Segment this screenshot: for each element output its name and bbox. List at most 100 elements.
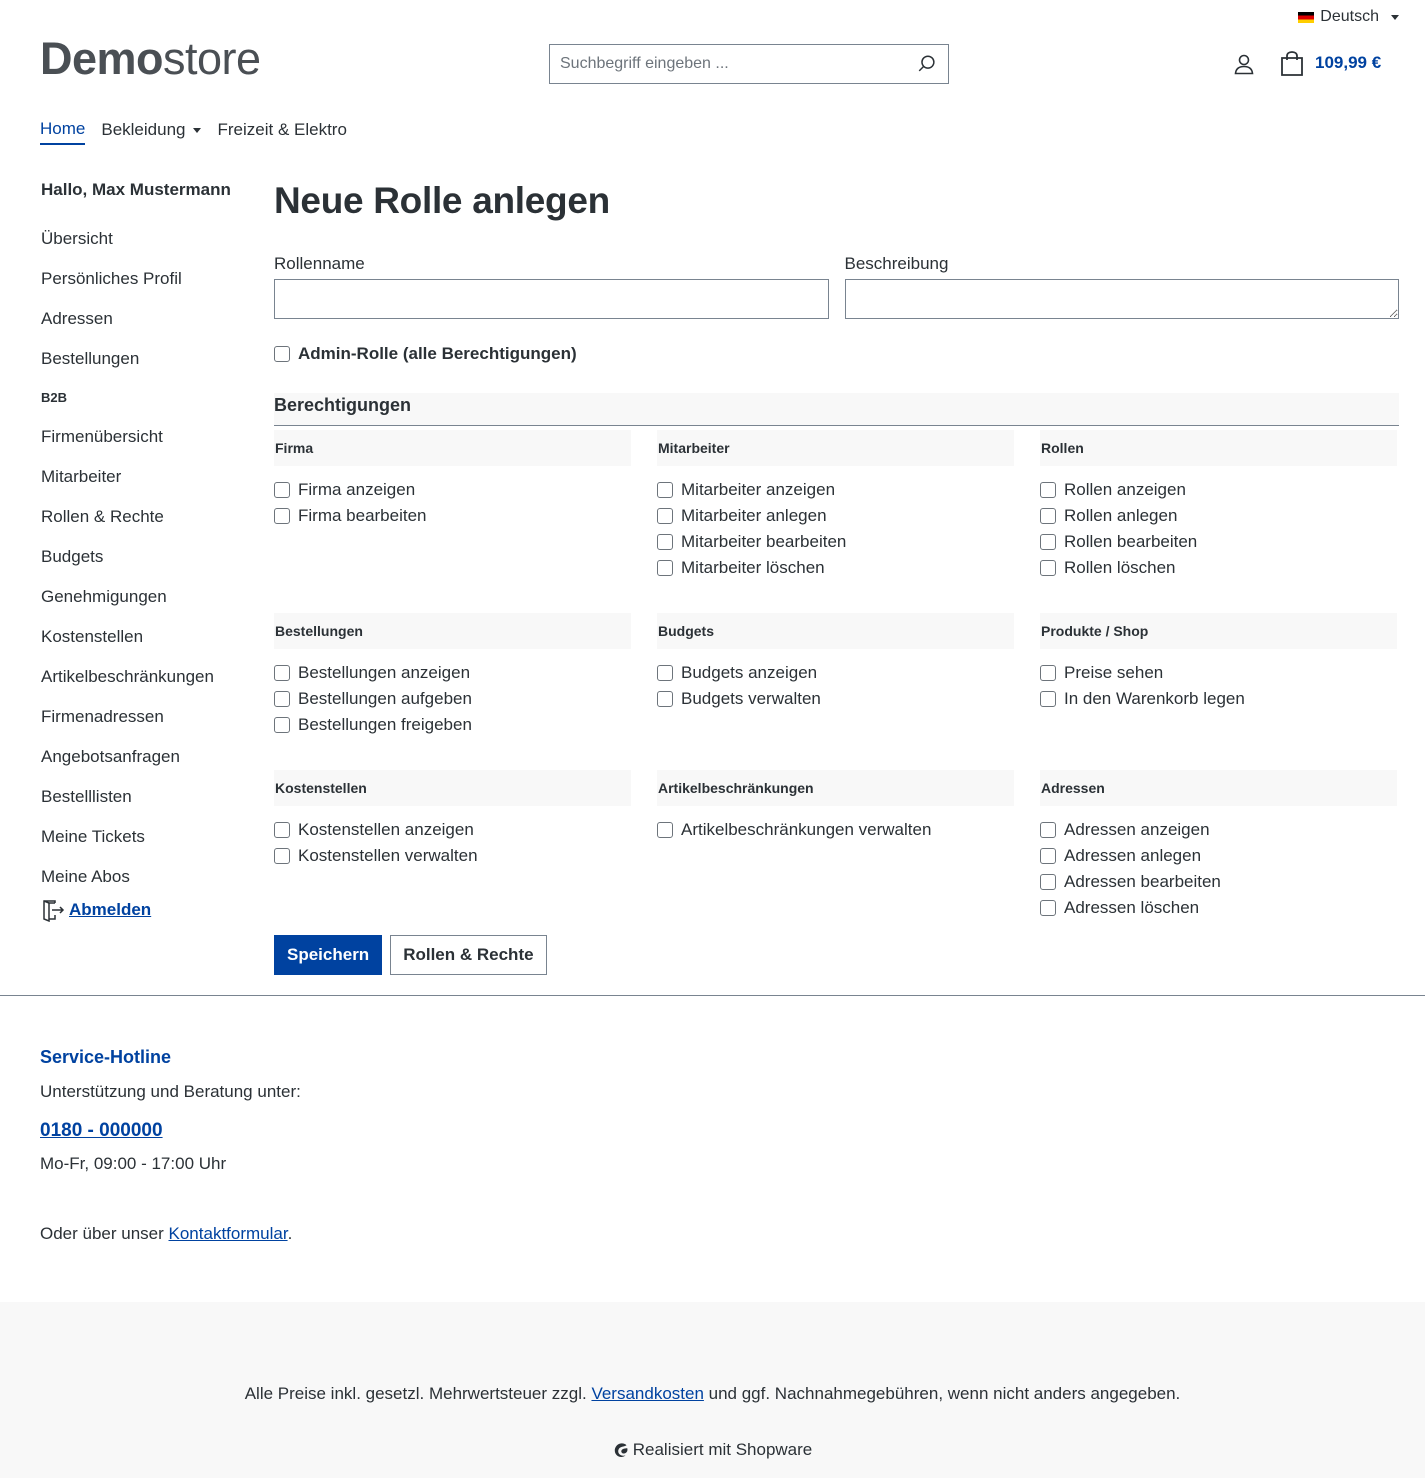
contact-form-link[interactable]: Kontaktformular — [169, 1224, 288, 1243]
permission-checkbox[interactable] — [274, 508, 290, 524]
logout-link[interactable]: Abmelden — [41, 898, 261, 922]
permission-option[interactable]: Artikelbeschränkungen verwalten — [657, 817, 1014, 843]
description-input[interactable] — [844, 279, 1399, 319]
permission-option[interactable]: Mitarbeiter anzeigen — [657, 477, 1014, 503]
permission-checkbox[interactable] — [1040, 665, 1056, 681]
admin-role-option[interactable]: Admin-Rolle (alle Berechtigungen) — [274, 344, 1399, 364]
language-switcher[interactable]: Deutsch — [1298, 8, 1399, 26]
permission-checkbox[interactable] — [657, 508, 673, 524]
sidebar-item-angebotsanfragen[interactable]: Angebotsanfragen — [41, 738, 261, 778]
permission-checkbox[interactable] — [657, 560, 673, 576]
permission-checkbox[interactable] — [274, 665, 290, 681]
perm-group-produkte-shop: Produkte / Shop Preise sehen In den Ware… — [1040, 613, 1397, 770]
permission-option[interactable]: Adressen bearbeiten — [1040, 869, 1397, 895]
permission-option[interactable]: Bestellungen freigeben — [274, 712, 631, 738]
perm-group-mitarbeiter: Mitarbeiter Mitarbeiter anzeigen Mitarbe… — [657, 430, 1014, 613]
sidebar-item-firmenadressen[interactable]: Firmenadressen — [41, 698, 261, 738]
permission-checkbox[interactable] — [1040, 822, 1056, 838]
powered-by[interactable]: Realisiert mit Shopware — [0, 1440, 1425, 1460]
permission-checkbox[interactable] — [1040, 874, 1056, 890]
permission-option[interactable]: Firma bearbeiten — [274, 503, 631, 529]
sidebar-item-bestellungen[interactable]: Bestellungen — [41, 340, 261, 380]
nav-item-bekleidung[interactable]: Bekleidung — [101, 119, 202, 145]
permission-label: Mitarbeiter anzeigen — [681, 480, 836, 499]
permission-option[interactable]: Rollen bearbeiten — [1040, 529, 1397, 555]
permission-checkbox[interactable] — [274, 691, 290, 707]
sidebar-item-genehmigungen[interactable]: Genehmigungen — [41, 578, 261, 618]
cart-icon[interactable] — [1279, 50, 1305, 78]
nav-item-home[interactable]: Home — [40, 119, 86, 145]
permissions-grid: Firma Firma anzeigen Firma bearbeiten Mi… — [274, 430, 1399, 953]
sidebar-item-tickets[interactable]: Meine Tickets — [41, 818, 261, 858]
permission-checkbox[interactable] — [274, 822, 290, 838]
group-title: Artikelbeschränkungen — [657, 770, 1014, 806]
sidebar-item-bestelllisten[interactable]: Bestelllisten — [41, 778, 261, 818]
permission-checkbox[interactable] — [657, 534, 673, 550]
permission-label: Adressen löschen — [1064, 898, 1200, 917]
sidebar-item-firmenuebersicht[interactable]: Firmenübersicht — [41, 418, 261, 458]
permission-checkbox[interactable] — [274, 482, 290, 498]
permission-option[interactable]: Kostenstellen anzeigen — [274, 817, 631, 843]
permission-option[interactable]: Kostenstellen verwalten — [274, 843, 631, 869]
roles-rights-button[interactable]: Rollen & Rechte — [390, 935, 547, 975]
account-icon[interactable] — [1232, 52, 1256, 76]
powered-label: Realisiert mit Shopware — [632, 1440, 813, 1459]
hotline-phone-link[interactable]: 0180 - 000000 — [40, 1120, 640, 1142]
admin-role-checkbox[interactable] — [274, 346, 290, 362]
permission-option[interactable]: Rollen löschen — [1040, 555, 1397, 581]
role-name-input[interactable] — [274, 279, 829, 319]
logo-thin: store — [163, 33, 261, 84]
group-title: Produkte / Shop — [1040, 613, 1397, 649]
search-input[interactable] — [560, 55, 916, 73]
permission-option[interactable]: Rollen anzeigen — [1040, 477, 1397, 503]
role-form-row: Rollenname Beschreibung — [274, 254, 1399, 324]
permission-option[interactable]: Budgets verwalten — [657, 686, 1014, 712]
sidebar-item-budgets[interactable]: Budgets — [41, 538, 261, 578]
sidebar-item-artikelbeschraenkungen[interactable]: Artikelbeschränkungen — [41, 658, 261, 698]
permission-option[interactable]: Preise sehen — [1040, 660, 1397, 686]
permission-checkbox[interactable] — [1040, 534, 1056, 550]
sidebar-item-abos[interactable]: Meine Abos — [41, 858, 261, 898]
permission-label: Rollen löschen — [1064, 558, 1176, 577]
sidebar-item-kostenstellen[interactable]: Kostenstellen — [41, 618, 261, 658]
permission-option[interactable]: Mitarbeiter löschen — [657, 555, 1014, 581]
permission-checkbox[interactable] — [1040, 482, 1056, 498]
permission-option[interactable]: Bestellungen aufgeben — [274, 686, 631, 712]
permission-option[interactable]: In den Warenkorb legen — [1040, 686, 1397, 712]
permission-option[interactable]: Mitarbeiter anlegen — [657, 503, 1014, 529]
permission-checkbox[interactable] — [1040, 900, 1056, 916]
store-logo[interactable]: Demostore — [40, 36, 261, 81]
save-button[interactable]: Speichern — [274, 935, 383, 975]
hotline-subtitle: Unterstützung und Beratung unter: — [40, 1082, 301, 1101]
sidebar-item-profil[interactable]: Persönliches Profil — [41, 260, 261, 300]
permission-checkbox[interactable] — [1040, 560, 1056, 576]
nav-item-freizeit-elektro[interactable]: Freizeit & Elektro — [217, 119, 346, 145]
cart-total[interactable]: 109,99 € — [1315, 53, 1381, 73]
permission-checkbox[interactable] — [657, 822, 673, 838]
permission-option[interactable]: Mitarbeiter bearbeiten — [657, 529, 1014, 555]
permission-checkbox[interactable] — [657, 482, 673, 498]
sidebar-item-mitarbeiter[interactable]: Mitarbeiter — [41, 458, 261, 498]
permission-checkbox[interactable] — [274, 848, 290, 864]
permission-checkbox[interactable] — [657, 691, 673, 707]
permission-checkbox[interactable] — [274, 717, 290, 733]
sidebar-item-rollen-rechte[interactable]: Rollen & Rechte — [41, 498, 261, 538]
permission-label: Artikelbeschränkungen verwalten — [681, 820, 932, 839]
nav-label: Home — [40, 119, 86, 138]
permission-checkbox[interactable] — [1040, 848, 1056, 864]
permission-option[interactable]: Adressen löschen — [1040, 895, 1397, 921]
sidebar-item-adressen[interactable]: Adressen — [41, 300, 261, 340]
permission-option[interactable]: Bestellungen anzeigen — [274, 660, 631, 686]
permission-option[interactable]: Adressen anzeigen — [1040, 817, 1397, 843]
permission-checkbox[interactable] — [1040, 508, 1056, 524]
shipping-costs-link[interactable]: Versandkosten — [591, 1384, 703, 1403]
permission-option[interactable]: Rollen anlegen — [1040, 503, 1397, 529]
search-icon[interactable] — [916, 53, 938, 75]
permission-option[interactable]: Firma anzeigen — [274, 477, 631, 503]
permission-option[interactable]: Adressen anlegen — [1040, 843, 1397, 869]
account-sidebar: Hallo, Max Mustermann Übersicht Persönli… — [41, 180, 261, 922]
permission-checkbox[interactable] — [657, 665, 673, 681]
permission-checkbox[interactable] — [1040, 691, 1056, 707]
sidebar-item-uebersicht[interactable]: Übersicht — [41, 220, 261, 260]
permission-option[interactable]: Budgets anzeigen — [657, 660, 1014, 686]
